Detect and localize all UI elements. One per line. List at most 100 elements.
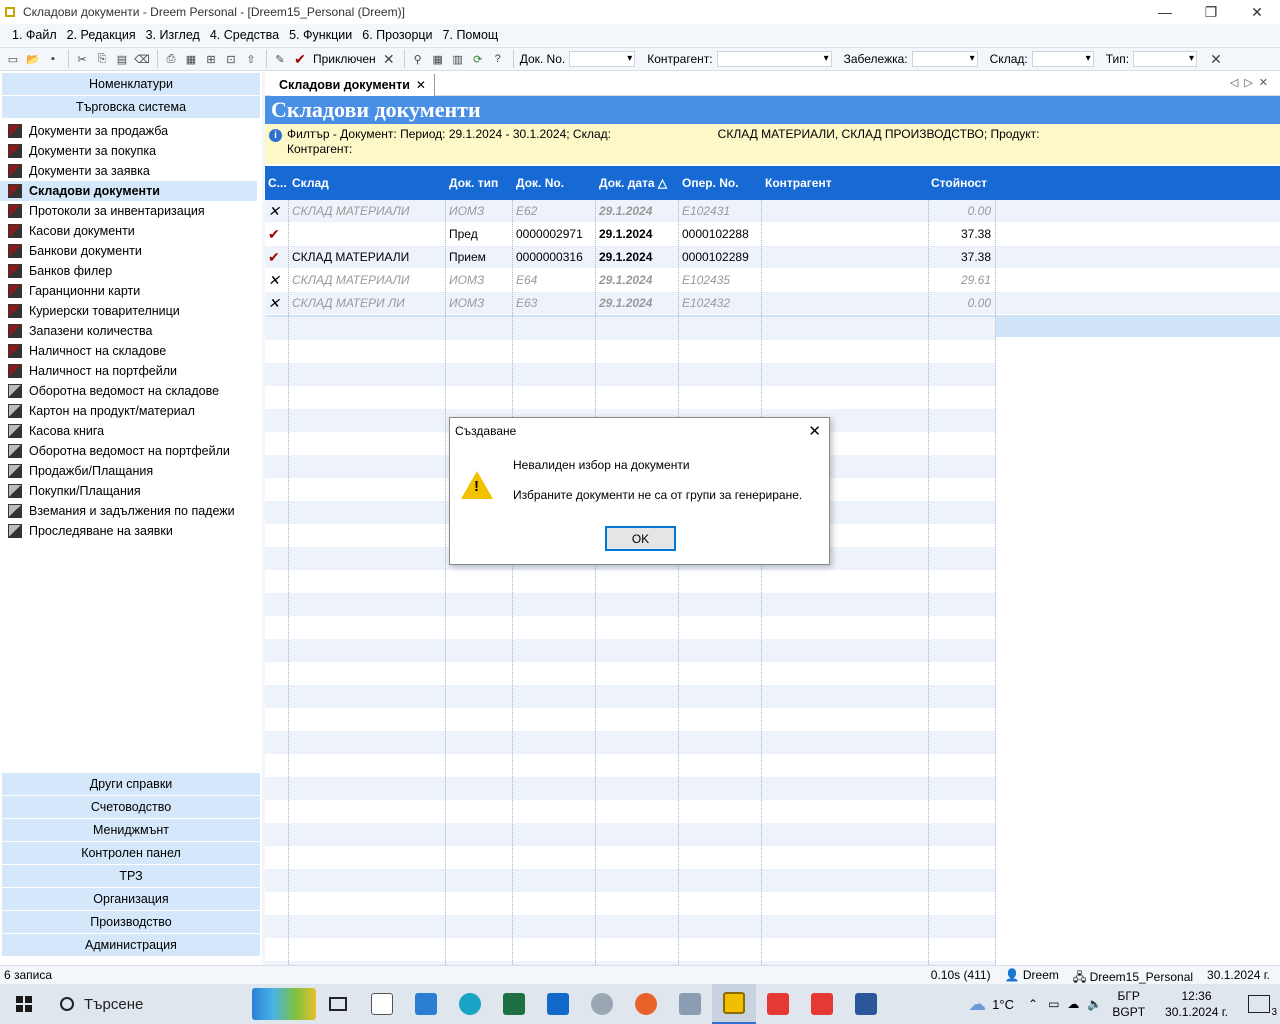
clear-filter-icon[interactable]: ✕	[1207, 50, 1225, 68]
anydesk-icon-1[interactable]	[756, 984, 800, 1024]
anydesk-icon-2[interactable]	[800, 984, 844, 1024]
sidebar-item[interactable]: Документи за заявка	[0, 161, 262, 181]
cut-icon[interactable]: ✂	[73, 50, 91, 68]
closed-label[interactable]: Приключен	[313, 52, 376, 66]
section-organization[interactable]: Организация	[2, 888, 260, 910]
section-nomenclatures[interactable]: Номенклатури	[2, 73, 260, 95]
archive-icon[interactable]	[668, 984, 712, 1024]
paint-icon[interactable]	[580, 984, 624, 1024]
sidebar-item[interactable]: Документи за покупка	[0, 141, 262, 161]
menu-edit[interactable]: 2. Редакция	[67, 28, 136, 42]
sidebar-item[interactable]: Запазени количества	[0, 321, 262, 341]
col-warehouse[interactable]: Склад	[289, 176, 446, 190]
clock[interactable]: 12:36 30.1.2024 г.	[1165, 988, 1228, 1020]
note-combo[interactable]	[911, 51, 978, 67]
warehouse-combo[interactable]	[1031, 51, 1094, 67]
erase-icon[interactable]: ⌫	[133, 50, 151, 68]
ok-button[interactable]: OK	[605, 526, 676, 551]
weather-icon[interactable]: ☁	[968, 994, 986, 1015]
col-doc-date[interactable]: Док. дата △	[596, 176, 679, 190]
filter-icon[interactable]: ⚲	[409, 50, 427, 68]
table-row[interactable]: ✕ СКЛАД МАТЕРИ ЛИ ИОМЗ E63 29.1.2024 E102432 0…	[265, 292, 1280, 315]
save-icon[interactable]: ▪	[44, 50, 62, 68]
help-icon[interactable]: ?	[489, 50, 507, 68]
menu-functions[interactable]: 5. Функции	[289, 28, 352, 42]
section-trading-system[interactable]: Търговска система	[2, 96, 260, 118]
section-payroll[interactable]: ТРЗ	[2, 865, 260, 887]
col-doc-no[interactable]: Док. No.	[513, 176, 596, 190]
col-doc-type[interactable]: Док. тип	[446, 176, 513, 190]
paste-icon[interactable]: ▤	[113, 50, 131, 68]
col-status[interactable]: С...	[265, 176, 289, 190]
columns-icon[interactable]: ▥	[449, 50, 467, 68]
section-management[interactable]: Мениджмънт	[2, 819, 260, 841]
file-app-icon[interactable]	[360, 984, 404, 1024]
sidebar-item[interactable]: Документи за продажба	[0, 121, 262, 141]
tab-warehouse-docs[interactable]: Складови документи ✕	[271, 74, 435, 96]
sidebar-item[interactable]: Касова книга	[0, 421, 262, 441]
close-window-button[interactable]: ✕	[1234, 0, 1280, 24]
sidebar-item[interactable]: Касови документи	[0, 221, 262, 241]
section-control-panel[interactable]: Контролен панел	[2, 842, 260, 864]
partner-combo[interactable]	[716, 51, 832, 67]
tab-close-icon[interactable]: ✕	[416, 78, 426, 92]
closed-check-icon[interactable]: ✔	[291, 50, 309, 68]
sidebar-item[interactable]: Оборотна ведомост на портфейли	[0, 441, 262, 461]
section-accounting[interactable]: Счетоводство	[2, 796, 260, 818]
type-combo[interactable]	[1133, 51, 1198, 67]
sidebar-item[interactable]: Наличност на портфейли	[0, 361, 262, 381]
refresh-icon[interactable]: ⟳	[469, 50, 487, 68]
upload-icon[interactable]: ⇧	[242, 50, 260, 68]
table-row[interactable]: ✕ СКЛАД МАТЕРИАЛИ ИОМЗ E62 29.1.2024 E102431 0…	[265, 200, 1280, 223]
doc-no-combo[interactable]	[569, 51, 636, 67]
temperature[interactable]: 1°C	[992, 997, 1014, 1012]
col-oper-no[interactable]: Опер. No.	[679, 176, 762, 190]
menu-help[interactable]: 7. Помощ	[443, 28, 499, 42]
sidebar-item[interactable]: Вземания и задължения по падежи	[0, 501, 262, 521]
sidebar-item[interactable]: Наличност на складове	[0, 341, 262, 361]
link-icon[interactable]: ⊡	[222, 50, 240, 68]
menu-windows[interactable]: 6. Прозорци	[362, 28, 432, 42]
sidebar-item[interactable]: Картон на продукт/материал	[0, 401, 262, 421]
cloud-sync-icon[interactable]: ☁	[1067, 997, 1079, 1011]
sidebar-item[interactable]: Протоколи за инвентаризация	[0, 201, 262, 221]
menu-tools[interactable]: 4. Средства	[210, 28, 279, 42]
section-other-reports[interactable]: Други справки	[2, 773, 260, 795]
start-button[interactable]	[0, 984, 48, 1024]
sidebar-item[interactable]: Банков филер	[0, 261, 262, 281]
print-preview-icon[interactable]: ▦	[182, 50, 200, 68]
sidebar-item[interactable]: Продажби/Плащания	[0, 461, 262, 481]
sidebar-item[interactable]: Оборотна ведомост на складове	[0, 381, 262, 401]
clear-icon[interactable]: ✕	[380, 50, 398, 68]
dreem-app-icon[interactable]	[712, 984, 756, 1024]
sidebar-item[interactable]: Покупки/Плащания	[0, 481, 262, 501]
mail-icon[interactable]	[536, 984, 580, 1024]
grid-settings-icon[interactable]: ▦	[429, 50, 447, 68]
print-icon[interactable]: ⎙	[162, 50, 180, 68]
store-icon[interactable]	[404, 984, 448, 1024]
section-administration[interactable]: Администрация	[2, 934, 260, 956]
edge-icon[interactable]	[448, 984, 492, 1024]
sidebar-item[interactable]: Гаранционни карти	[0, 281, 262, 301]
firefox-icon[interactable]	[624, 984, 668, 1024]
menu-file[interactable]: 1. Файл	[12, 28, 57, 42]
sidebar-item[interactable]: Куриерски товарителници	[0, 301, 262, 321]
network-icon[interactable]: ▭	[1048, 997, 1059, 1011]
sidebar-item[interactable]: Банкови документи	[0, 241, 262, 261]
col-value[interactable]: Стойност	[928, 176, 994, 190]
sidebar-item[interactable]: Проследяване на заявки	[0, 521, 262, 541]
open-folder-icon[interactable]: 📂	[24, 50, 42, 68]
edit-icon[interactable]: ✎	[271, 50, 289, 68]
table-row[interactable]: ✔ Пред 0000002971 29.1.2024 0000102288 37.38	[265, 223, 1280, 246]
attach-icon[interactable]: ⊞	[202, 50, 220, 68]
language-indicator[interactable]: БГР BGPT	[1112, 988, 1145, 1020]
table-row[interactable]: ✕ СКЛАД МАТЕРИАЛИ ИОМЗ E64 29.1.2024 E102435 2…	[265, 269, 1280, 292]
notifications-icon[interactable]: 3	[1248, 995, 1277, 1018]
tray-chevron-icon[interactable]: ⌃	[1028, 997, 1038, 1011]
taskbar-search[interactable]: Търсене	[48, 984, 256, 1024]
table-row[interactable]: ✔ СКЛАД МАТЕРИАЛИ Прием 0000000316 29.1.2024…	[265, 246, 1280, 269]
section-production[interactable]: Производство	[2, 911, 260, 933]
tab-nav-arrows[interactable]: ◁▷✕	[1230, 76, 1274, 89]
menu-view[interactable]: 3. Изглед	[146, 28, 200, 42]
minimize-button[interactable]: —	[1142, 0, 1188, 24]
